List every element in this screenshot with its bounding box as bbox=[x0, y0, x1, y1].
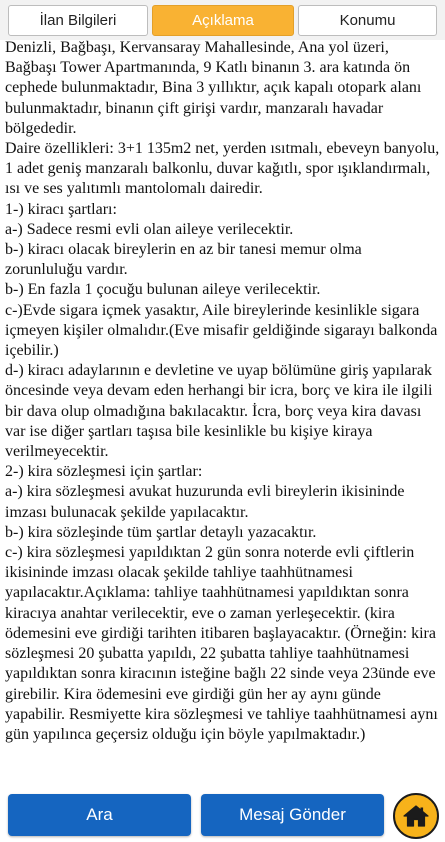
home-icon bbox=[403, 805, 429, 827]
tab-aciklama[interactable]: Açıklama bbox=[152, 5, 294, 36]
call-button[interactable]: Ara bbox=[8, 794, 191, 836]
tab-ilan-bilgileri[interactable]: İlan Bilgileri bbox=[8, 5, 148, 36]
home-button[interactable] bbox=[393, 793, 439, 839]
tab-bar: İlan Bilgileri Açıklama Konumu bbox=[0, 0, 445, 40]
send-message-button[interactable]: Mesaj Gönder bbox=[201, 794, 384, 836]
tab-konumu[interactable]: Konumu bbox=[298, 5, 437, 36]
bottom-action-bar: Ara Mesaj Gönder bbox=[0, 790, 445, 842]
description-text: Denizli, Bağbaşı, Kervansaray Mahallesin… bbox=[5, 39, 440, 743]
